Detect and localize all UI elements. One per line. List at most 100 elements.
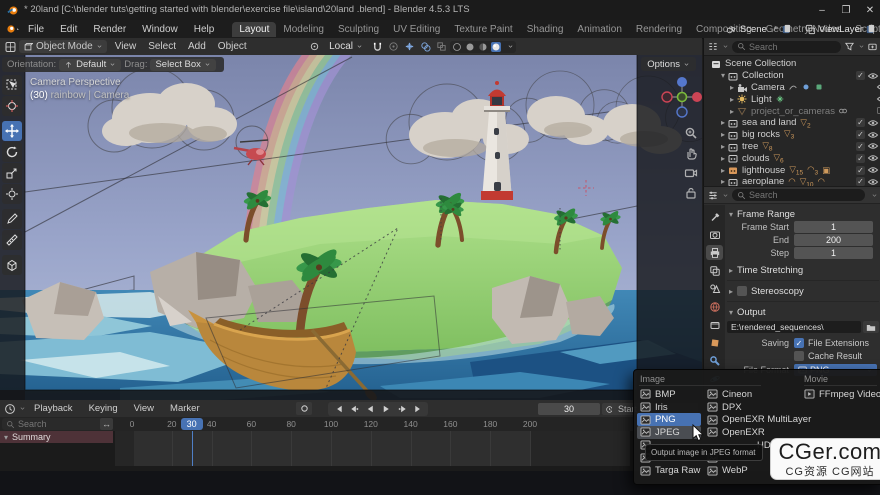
outliner-row-tree[interactable]: ▸tree▽8✓: [704, 141, 880, 153]
tool-cursor[interactable]: [2, 96, 22, 116]
outliner-item-label[interactable]: Light: [751, 94, 772, 105]
camera-view-icon[interactable]: [680, 162, 702, 184]
viewport-canvas[interactable]: [0, 55, 702, 400]
minimize-button[interactable]: –: [812, 3, 832, 17]
current-frame-field[interactable]: 30: [538, 403, 600, 415]
output-path-field[interactable]: E:\rendered_sequences\: [727, 321, 861, 333]
options-button[interactable]: Options: [641, 57, 696, 71]
proportional-editing-icon[interactable]: [387, 40, 400, 53]
format-option-dpx[interactable]: DPX: [704, 401, 745, 414]
tool-measure[interactable]: [2, 230, 22, 250]
transport-jump-to-start-button[interactable]: [332, 403, 344, 415]
check-toggle-icon[interactable]: ✓: [856, 118, 865, 127]
shading-material-icon[interactable]: [478, 42, 488, 52]
properties-editor-icon[interactable]: [707, 190, 719, 201]
outliner-item-label[interactable]: big rocks: [742, 129, 780, 140]
playhead-line[interactable]: [192, 431, 194, 466]
editor-type-icon[interactable]: [4, 41, 17, 53]
properties-tab-tool[interactable]: [706, 209, 723, 224]
eye-toggle-icon[interactable]: [867, 152, 879, 164]
frame-start-field[interactable]: 1: [794, 221, 873, 233]
topbar-menu-help[interactable]: Help: [186, 24, 223, 35]
outliner-item-label[interactable]: Collection: [742, 70, 784, 81]
new-collection-icon[interactable]: [867, 41, 878, 52]
scene-icon[interactable]: [725, 24, 738, 35]
workspace-tab-shading[interactable]: Shading: [520, 22, 571, 37]
screen-toggle-icon[interactable]: [876, 105, 880, 117]
tool-move[interactable]: [2, 121, 22, 141]
outliner-display-mode-icon[interactable]: [707, 41, 719, 52]
outliner-search-input[interactable]: Search: [732, 41, 841, 53]
eye-toggle-icon[interactable]: [876, 93, 880, 105]
properties-tab-modifiers[interactable]: [706, 353, 723, 368]
timeline-menu-marker[interactable]: Marker: [162, 403, 208, 414]
frame-end-field[interactable]: 200: [794, 234, 873, 246]
workspace-tab-animation[interactable]: Animation: [570, 22, 628, 37]
topbar-menu-edit[interactable]: Edit: [52, 24, 85, 35]
eye-toggle-icon[interactable]: [876, 81, 880, 93]
outliner-item-label[interactable]: tree: [742, 141, 758, 152]
outliner-item-label[interactable]: lighthouse: [742, 165, 785, 176]
transport-play-button[interactable]: [380, 403, 392, 415]
tool-transform[interactable]: [2, 184, 22, 204]
workspace-tab-uv-editing[interactable]: UV Editing: [386, 22, 447, 37]
transport-next-keyframe-button[interactable]: [396, 403, 408, 415]
format-option-cineon[interactable]: Cineon: [704, 388, 755, 401]
timeline-menu-view[interactable]: View: [126, 403, 162, 414]
snap-magnet-icon[interactable]: [371, 40, 384, 53]
outliner-item-label[interactable]: Camera: [751, 82, 785, 93]
current-frame-badge[interactable]: 30: [181, 418, 203, 430]
workspace-tab-texture-paint[interactable]: Texture Paint: [447, 22, 519, 37]
format-option-openexr-multilayer[interactable]: OpenEXR MultiLayer: [704, 413, 814, 426]
outliner-row-clouds[interactable]: ▸clouds▽6✓: [704, 152, 880, 164]
eye-toggle-icon[interactable]: [867, 164, 879, 176]
timeline-editor-icon[interactable]: [4, 403, 16, 415]
workspace-tab-sculpting[interactable]: Sculpting: [331, 22, 386, 37]
properties-tab-output[interactable]: [706, 245, 723, 260]
timeline-search-input[interactable]: Search: [2, 418, 106, 430]
workspace-tab-modeling[interactable]: Modeling: [276, 22, 331, 37]
topbar-menu-file[interactable]: File: [20, 24, 52, 35]
workspace-tab-layout[interactable]: Layout: [232, 22, 276, 37]
filter-toggle-icon[interactable]: ↔: [100, 418, 113, 430]
folder-icon[interactable]: [863, 321, 879, 333]
eye-toggle-icon[interactable]: [867, 117, 879, 129]
outliner-row-sea-and-land[interactable]: ▸sea and land▽2✓: [704, 117, 880, 129]
tool-scale[interactable]: [2, 163, 22, 183]
orientation-selector[interactable]: Default: [59, 59, 121, 71]
stereoscopy-checkbox[interactable]: [737, 286, 747, 296]
summary-channel[interactable]: ▾Summary: [0, 431, 113, 443]
tool-add-cube[interactable]: [2, 255, 22, 275]
tool-annotate[interactable]: [2, 209, 22, 229]
viewport-menu-view[interactable]: View: [109, 41, 143, 52]
format-option-openexr[interactable]: OpenEXR: [704, 426, 768, 439]
expand-arrow[interactable]: ▸: [728, 95, 736, 104]
expand-arrow[interactable]: ▸: [719, 166, 727, 175]
properties-tab-object[interactable]: [706, 335, 723, 350]
gizmos-toggle-icon[interactable]: [403, 40, 416, 53]
frame-step-field[interactable]: 1: [794, 247, 873, 259]
expand-arrow[interactable]: ▸: [719, 154, 727, 163]
expand-arrow[interactable]: ▸: [719, 130, 727, 139]
scene-selector[interactable]: Scene: [740, 24, 767, 35]
frame-range-panel-header[interactable]: ▾Frame Range: [727, 207, 879, 221]
zoom-icon[interactable]: [680, 122, 702, 144]
eye-toggle-icon[interactable]: [867, 70, 879, 82]
check-toggle-icon[interactable]: ✓: [856, 130, 865, 139]
shading-rendered-icon[interactable]: [491, 42, 501, 52]
outliner-row-collection[interactable]: ▾Collection✓: [704, 70, 880, 82]
transport-play-reverse-button[interactable]: [364, 403, 376, 415]
properties-search-input[interactable]: Search: [732, 189, 865, 201]
transport-previous-keyframe-button[interactable]: [348, 403, 360, 415]
properties-tab-view-layer[interactable]: [706, 263, 723, 278]
outliner-item-label[interactable]: clouds: [742, 153, 769, 164]
properties-tab-world[interactable]: [706, 299, 723, 314]
outliner-row-project_or_cameras[interactable]: ▸project_or_cameras: [704, 105, 880, 117]
format-option-iris[interactable]: Iris: [637, 401, 671, 414]
format-option-bmp[interactable]: BMP: [637, 388, 679, 401]
pan-hand-icon[interactable]: [680, 142, 702, 164]
shading-solid-icon[interactable]: [465, 42, 475, 52]
outliner-item-label[interactable]: Scene Collection: [725, 58, 796, 69]
drag-selector[interactable]: Select Box: [150, 59, 215, 71]
pin-icon[interactable]: [769, 24, 779, 34]
